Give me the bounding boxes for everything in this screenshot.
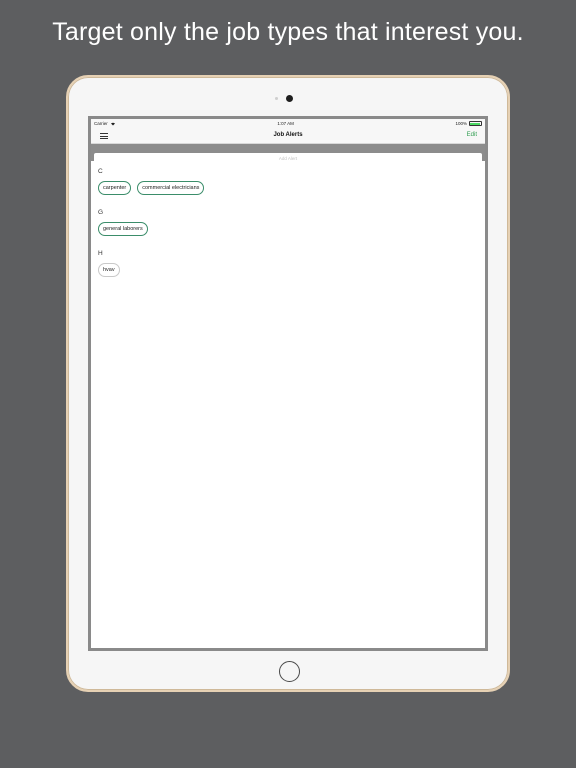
battery-percent: 100% (455, 121, 467, 126)
add-alert-bar (91, 144, 485, 164)
add-alert-input[interactable] (94, 153, 482, 164)
section-header-h: H (98, 250, 103, 257)
sensor-dot (275, 97, 278, 100)
page-title: Job Alerts (273, 132, 303, 138)
section-header-g: G (98, 209, 104, 216)
alerts-list: C carpenter commercial electricians G ge… (91, 161, 485, 295)
tablet-frame: Carrier 1:07 AM 100% Job Alerts Edit C (66, 75, 510, 692)
status-bar: Carrier 1:07 AM 100% (91, 119, 485, 128)
chip-group-g: general laborers (98, 222, 478, 236)
chip-group-c: carpenter commercial electricians (98, 181, 478, 195)
carrier-label: Carrier (94, 121, 108, 126)
status-time: 1:07 AM (277, 121, 294, 126)
wifi-icon (110, 121, 116, 127)
camera-icon (286, 95, 293, 102)
alert-chip-general-laborers[interactable]: general laborers (98, 222, 148, 236)
chip-group-h: hvav (98, 263, 478, 277)
battery-icon (468, 121, 482, 126)
edit-button[interactable]: Edit (467, 132, 477, 138)
promo-headline: Target only the job types that interest … (52, 18, 524, 46)
alert-chip-commercial-electricians[interactable]: commercial electricians (137, 181, 205, 195)
navigation-bar: Job Alerts Edit (91, 128, 485, 144)
app-screen: Carrier 1:07 AM 100% Job Alerts Edit C (88, 116, 488, 651)
alert-chip-hvav[interactable]: hvav (98, 263, 120, 277)
section-header-c: C (98, 168, 103, 175)
alert-chip-carpenter[interactable]: carpenter (98, 181, 132, 195)
home-button[interactable] (279, 661, 300, 682)
